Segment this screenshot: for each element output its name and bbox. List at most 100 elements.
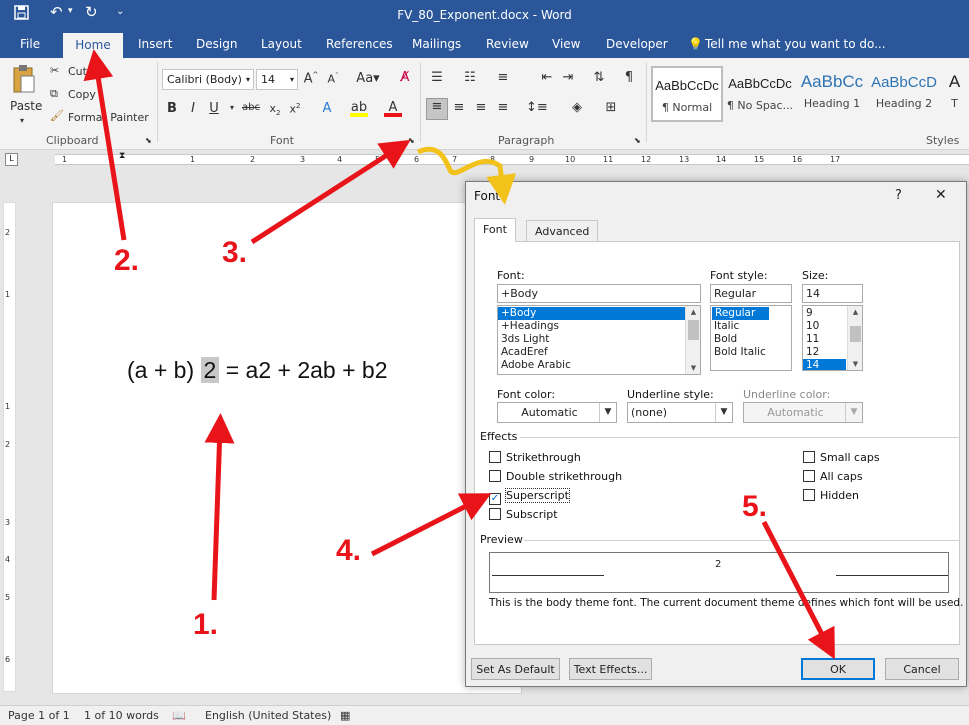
line-spacing-icon[interactable]: ↕≡ [526, 100, 548, 115]
tab-file[interactable]: File [20, 37, 40, 51]
font-color-icon[interactable]: A [384, 100, 402, 117]
scrollbar[interactable]: ▲ ▼ [685, 306, 700, 374]
list-item[interactable]: +Body [498, 307, 700, 320]
borders-icon[interactable]: ⊞ [602, 100, 620, 115]
cut-button[interactable]: Cut [68, 65, 87, 78]
underline-style-dropdown[interactable]: (none) ▼ [627, 402, 733, 423]
language-indicator[interactable]: English (United States) [205, 709, 331, 722]
tab-developer[interactable]: Developer [606, 37, 668, 51]
macro-icon[interactable]: ▦ [340, 709, 350, 722]
checkbox[interactable] [489, 451, 501, 463]
italic-icon[interactable]: I [184, 101, 202, 116]
tab-font[interactable]: Font [474, 218, 516, 242]
tab-insert[interactable]: Insert [138, 37, 172, 51]
align-right-icon[interactable]: ≡ [472, 100, 490, 115]
style-normal[interactable]: AaBbCcDc ¶ Normal [651, 66, 723, 122]
tab-references[interactable]: References [326, 37, 393, 51]
hidden-checkbox[interactable]: Hidden [803, 489, 859, 502]
help-icon[interactable]: ? [895, 188, 902, 203]
justify-icon[interactable]: ≡ [494, 100, 512, 115]
font-launcher-icon[interactable]: ⬊ [408, 136, 415, 145]
paste-dropdown-icon[interactable]: ▾ [20, 116, 24, 125]
tab-selector-icon[interactable]: L [5, 153, 18, 166]
bullets-icon[interactable]: ☰ [428, 70, 446, 85]
text-effects-icon[interactable]: A [318, 101, 336, 116]
superscript-icon[interactable]: x2 [286, 102, 304, 116]
word-count[interactable]: 1 of 10 words [84, 709, 159, 722]
subscript-icon[interactable]: x2 [266, 102, 284, 117]
style-no-spacing[interactable]: AaBbCcDc ¶ No Spac... [724, 66, 796, 122]
align-center-icon[interactable]: ≡ [450, 100, 468, 115]
sort-icon[interactable]: ⇅ [590, 70, 608, 85]
font-name-combo[interactable]: Calibri (Body) ▾ [162, 69, 254, 90]
underline-color-dropdown[interactable]: Automatic ▼ [743, 402, 863, 423]
underline-dropdown-icon[interactable]: ▾ [223, 103, 241, 112]
tab-layout[interactable]: Layout [261, 37, 302, 51]
checkbox[interactable] [803, 470, 815, 482]
font-size-combo[interactable]: 14 ▾ [256, 69, 298, 90]
format-painter-button[interactable]: Format Painter [68, 111, 149, 124]
size-input[interactable]: 14 [802, 284, 863, 303]
close-icon[interactable]: ✕ [935, 187, 947, 203]
list-item[interactable]: Italic [711, 320, 791, 333]
equation-text[interactable]: (a + b) 2 = a2 + 2ab + b2 [127, 357, 388, 384]
tab-advanced[interactable]: Advanced [526, 220, 599, 242]
paste-icon[interactable] [12, 64, 36, 97]
selected-exponent[interactable]: 2 [200, 357, 220, 383]
align-left-icon[interactable]: ≡ [426, 98, 448, 120]
list-item[interactable]: AcadEref [498, 346, 700, 359]
copy-button[interactable]: Copy [68, 88, 96, 101]
page-count[interactable]: Page 1 of 1 [8, 709, 70, 722]
proofing-icon[interactable]: 📖 [172, 709, 186, 722]
tab-view[interactable]: View [552, 37, 580, 51]
superscript-checkbox[interactable]: ✓ Superscript [489, 488, 570, 505]
list-item[interactable]: 14 [803, 359, 846, 370]
cancel-button[interactable]: Cancel [885, 658, 959, 680]
clipboard-launcher-icon[interactable]: ⬊ [145, 136, 152, 145]
checkbox[interactable] [803, 489, 815, 501]
set-as-default-button[interactable]: Set As Default [471, 658, 560, 680]
all-caps-checkbox[interactable]: All caps [803, 470, 863, 483]
underline-icon[interactable]: U [205, 101, 223, 116]
checkbox[interactable] [803, 451, 815, 463]
subscript-checkbox[interactable]: Subscript [489, 508, 558, 521]
checkbox[interactable] [489, 508, 501, 520]
change-case-icon[interactable]: Aa▾ [355, 71, 381, 86]
style-heading-1[interactable]: AaBbCc Heading 1 [796, 66, 868, 122]
paste-button[interactable]: Paste [10, 99, 42, 113]
double-strikethrough-checkbox[interactable]: Double strikethrough [489, 470, 622, 483]
highlight-icon[interactable]: ab [350, 100, 368, 117]
tell-me-box[interactable]: Tell me what you want to do... [705, 37, 886, 51]
list-item[interactable]: Adobe Arabic [498, 359, 700, 372]
list-item[interactable]: 3ds Light [498, 333, 700, 346]
grow-font-icon[interactable]: A^ [302, 71, 320, 86]
decrease-indent-icon[interactable]: ⇤ [538, 70, 556, 85]
paragraph-launcher-icon[interactable]: ⬊ [634, 136, 641, 145]
ok-button[interactable]: OK [801, 658, 875, 680]
shading-icon[interactable]: ◈ [568, 100, 586, 115]
multilevel-list-icon[interactable]: ≡ [494, 70, 512, 85]
checkbox[interactable] [489, 470, 501, 482]
bold-icon[interactable]: B [163, 101, 181, 116]
text-effects-button[interactable]: Text Effects... [569, 658, 652, 680]
strikethrough-checkbox[interactable]: Strikethrough [489, 451, 581, 464]
size-list[interactable]: 9 10 11 12 14 ▲ ▼ [802, 305, 863, 371]
small-caps-checkbox[interactable]: Small caps [803, 451, 880, 464]
font-name-input[interactable]: +Body [497, 284, 701, 303]
style-heading-2[interactable]: AaBbCcD Heading 2 [868, 66, 940, 122]
clear-formatting-icon[interactable]: A̸ [396, 70, 414, 85]
list-item[interactable]: Bold [711, 333, 791, 346]
font-name-list[interactable]: +Body +Headings 3ds Light AcadEref Adobe… [497, 305, 701, 375]
strikethrough-icon[interactable]: abc [240, 102, 262, 113]
tab-review[interactable]: Review [486, 37, 529, 51]
shrink-font-icon[interactable]: Aˇ [324, 72, 342, 86]
increase-indent-icon[interactable]: ⇥ [559, 70, 577, 85]
list-item[interactable]: Bold Italic [711, 346, 791, 359]
scrollbar[interactable]: ▲ ▼ [847, 306, 862, 370]
list-item[interactable]: Regular [712, 307, 769, 320]
indent-marker-icon[interactable]: ⧗ [119, 151, 125, 161]
checkbox-checked[interactable]: ✓ [489, 493, 501, 505]
font-color-dropdown[interactable]: Automatic ▼ [497, 402, 617, 423]
style-title[interactable]: AT [940, 66, 969, 122]
tab-design[interactable]: Design [196, 37, 237, 51]
